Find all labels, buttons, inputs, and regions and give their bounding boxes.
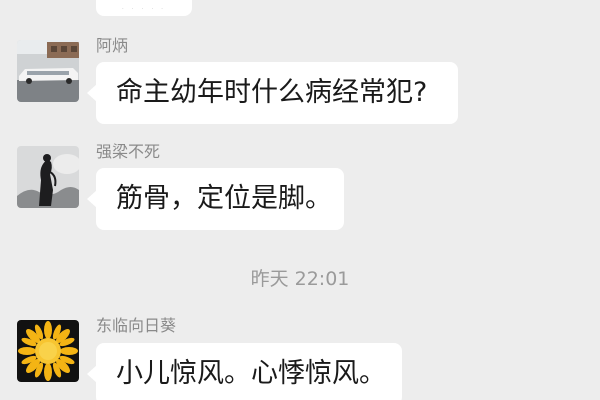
limousine-photo-avatar-icon xyxy=(17,40,79,102)
silhouette-photo-avatar-icon xyxy=(17,146,79,208)
sender-name: 阿炳 xyxy=(96,36,129,55)
avatar[interactable] xyxy=(17,40,79,102)
chat-message-list[interactable]: · · · · · 阿炳 命主幼年时什么病经常犯? 强梁不死 筋骨，定位是脚。 … xyxy=(0,0,600,400)
avatar[interactable] xyxy=(17,320,79,382)
partial-message-text: · · · · · xyxy=(121,7,167,13)
sender-name: 东临向日葵 xyxy=(96,316,177,335)
sunflower-avatar-icon xyxy=(17,320,79,382)
avatar[interactable] xyxy=(17,146,79,208)
message-bubble[interactable]: 筋骨，定位是脚。 xyxy=(87,168,344,230)
message-bubble[interactable]: 小儿惊风。心悸惊风。 xyxy=(87,343,402,400)
partial-message-bubble[interactable]: · · · · · xyxy=(96,0,192,16)
sender-name: 强梁不死 xyxy=(96,142,161,161)
timestamp: 昨天 22:01 xyxy=(250,268,350,290)
message-bubble[interactable]: 命主幼年时什么病经常犯? xyxy=(87,62,458,124)
